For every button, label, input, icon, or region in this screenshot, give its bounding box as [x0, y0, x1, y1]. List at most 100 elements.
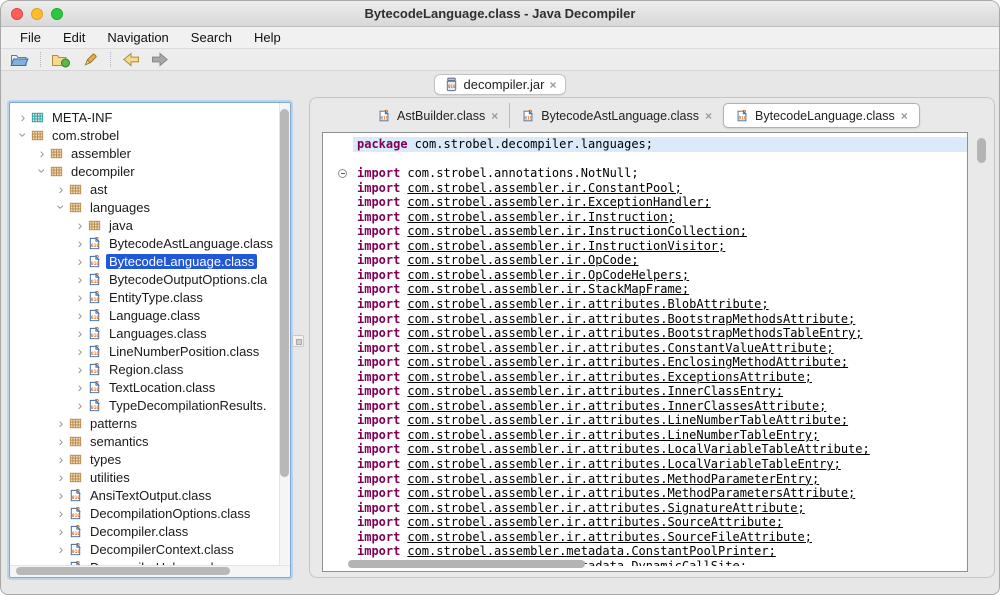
tree-item[interactable]: 010 EntityType.class	[10, 288, 290, 306]
code-link[interactable]: com.strobel.assembler.ir.attributes.Sour…	[407, 530, 812, 544]
code-link[interactable]: com.strobel.assembler.ir.InstructionVisi…	[407, 239, 725, 253]
chevron-icon[interactable]	[54, 416, 68, 430]
tree-item[interactable]: 010 Languages.class	[10, 324, 290, 342]
chevron-icon[interactable]	[73, 308, 87, 322]
code-link[interactable]: com.strobel.assembler.ir.OpCodeHelpers;	[407, 268, 689, 282]
tree-item[interactable]: decompiler	[10, 162, 290, 180]
chevron-icon[interactable]	[73, 272, 87, 286]
code-link[interactable]: com.strobel.assembler.ir.attributes.Line…	[407, 428, 819, 442]
tree-item[interactable]: 010 BytecodeOutputOptions.cla	[10, 270, 290, 288]
code-link[interactable]: com.strobel.assembler.ir.attributes.Loca…	[407, 457, 840, 471]
chevron-icon[interactable]	[54, 542, 68, 556]
code-link[interactable]: com.strobel.assembler.ir.Instruction;	[407, 210, 674, 224]
minimize-window-button[interactable]	[31, 8, 43, 20]
code-link[interactable]: com.strobel.assembler.ir.attributes.Cons…	[407, 341, 833, 355]
code-link[interactable]: com.strobel.assembler.ir.attributes.Meth…	[407, 486, 855, 500]
tree-item[interactable]: META-INF	[10, 108, 290, 126]
menu-item[interactable]: Navigation	[96, 27, 179, 49]
code-link[interactable]: com.strobel.assembler.ir.ConstantPool;	[407, 181, 682, 195]
chevron-icon[interactable]	[35, 164, 49, 178]
menu-item[interactable]: File	[9, 27, 52, 49]
tree-horizontal-scrollbar[interactable]	[10, 565, 290, 577]
tree-item[interactable]: com.strobel	[10, 126, 290, 144]
chevron-icon[interactable]	[35, 146, 49, 160]
chevron-icon[interactable]	[54, 200, 68, 214]
chevron-icon[interactable]	[54, 182, 68, 196]
code-link[interactable]: com.strobel.assembler.ir.attributes.Sour…	[407, 515, 783, 529]
editor-tab[interactable]: 010 BytecodeAstLanguage.class ×	[509, 103, 723, 128]
code-link[interactable]: com.strobel.assembler.ir.attributes.Inne…	[407, 384, 783, 398]
tree-item[interactable]: semantics	[10, 432, 290, 450]
close-window-button[interactable]	[11, 8, 23, 20]
chevron-icon[interactable]	[73, 254, 87, 268]
jar-tab[interactable]: 010 decompiler.jar ×	[434, 74, 567, 95]
editor-tab-close-icon[interactable]: ×	[491, 110, 498, 122]
code-editor[interactable]: packagecom.strobel.decompiler.languages;…	[322, 132, 968, 572]
code-link[interactable]: com.strobel.assembler.metadata.ConstantP…	[407, 544, 775, 558]
tree-horizontal-scroll-thumb[interactable]	[16, 567, 230, 575]
code-link[interactable]: com.strobel.assembler.ir.attributes.Boot…	[407, 312, 855, 326]
tree-item[interactable]: 010 TextLocation.class	[10, 378, 290, 396]
tree-item[interactable]: assembler	[10, 144, 290, 162]
editor-tab-close-icon[interactable]: ×	[901, 110, 908, 122]
tree-item[interactable]: 010 LineNumberPosition.class	[10, 342, 290, 360]
tree-item[interactable]: 010 BytecodeAstLanguage.class	[10, 234, 290, 252]
tree-item[interactable]: languages	[10, 198, 290, 216]
decompile-button[interactable]	[79, 51, 101, 69]
splitter-handle[interactable]	[292, 335, 304, 347]
tree-item[interactable]: 010 AnsiTextOutput.class	[10, 486, 290, 504]
chevron-icon[interactable]	[73, 236, 87, 250]
zoom-window-button[interactable]	[51, 8, 63, 20]
tree-vertical-scrollbar[interactable]	[279, 103, 290, 577]
tree-item[interactable]: 010 Region.class	[10, 360, 290, 378]
code-link[interactable]: com.strobel.assembler.ir.attributes.Encl…	[407, 355, 848, 369]
editor-tab[interactable]: 010 BytecodeLanguage.class ×	[723, 103, 920, 128]
chevron-icon[interactable]	[54, 452, 68, 466]
code-link[interactable]: com.strobel.assembler.ir.ExceptionHandle…	[407, 195, 710, 209]
chevron-icon[interactable]	[73, 290, 87, 304]
tree-item[interactable]: java	[10, 216, 290, 234]
tree-item[interactable]: 010 Language.class	[10, 306, 290, 324]
chevron-icon[interactable]	[54, 470, 68, 484]
code-link[interactable]: com.strobel.assembler.ir.attributes.Inne…	[407, 399, 826, 413]
code-link[interactable]: com.strobel.assembler.ir.OpCode;	[407, 253, 638, 267]
tree-item[interactable]: ast	[10, 180, 290, 198]
code-link[interactable]: com.strobel.assembler.ir.StackMapFrame;	[407, 282, 689, 296]
code-link[interactable]: com.strobel.assembler.ir.InstructionColl…	[407, 224, 747, 238]
menu-item[interactable]: Edit	[52, 27, 96, 49]
code-link[interactable]: com.strobel.assembler.ir.attributes.Line…	[407, 413, 848, 427]
tree-item[interactable]: 010 DecompilationOptions.class	[10, 504, 290, 522]
chevron-icon[interactable]	[73, 380, 87, 394]
navigate-back-button[interactable]	[120, 51, 142, 69]
open-jar-button[interactable]	[50, 51, 72, 69]
editor-tab-close-icon[interactable]: ×	[705, 110, 712, 122]
tree-item[interactable]: 010 DecompilerContext.class	[10, 540, 290, 558]
menu-item[interactable]: Help	[243, 27, 292, 49]
code-link[interactable]: com.strobel.assembler.ir.attributes.Blob…	[407, 297, 768, 311]
chevron-icon[interactable]	[16, 128, 30, 142]
tree-item[interactable]: patterns	[10, 414, 290, 432]
chevron-icon[interactable]	[16, 110, 30, 124]
code-link[interactable]: com.strobel.assembler.ir.attributes.Sign…	[407, 501, 804, 515]
jar-tab-close-icon[interactable]: ×	[549, 79, 556, 91]
chevron-icon[interactable]	[73, 326, 87, 340]
chevron-icon[interactable]	[54, 506, 68, 520]
chevron-icon[interactable]	[73, 362, 87, 376]
editor-horizontal-scroll-thumb[interactable]	[348, 560, 585, 568]
code-link[interactable]: com.strobel.assembler.ir.attributes.Exce…	[407, 370, 812, 384]
chevron-icon[interactable]	[73, 344, 87, 358]
editor-vertical-scroll-thumb[interactable]	[977, 138, 986, 163]
tree-item[interactable]: 010 BytecodeLanguage.class	[10, 252, 290, 270]
chevron-icon[interactable]	[54, 524, 68, 538]
chevron-icon[interactable]	[73, 218, 87, 232]
navigate-forward-button[interactable]	[149, 51, 171, 69]
chevron-icon[interactable]	[54, 488, 68, 502]
tree-item[interactable]: 010 TypeDecompilationResults.	[10, 396, 290, 414]
tree-item[interactable]: utilities	[10, 468, 290, 486]
code-link[interactable]: com.strobel.assembler.ir.attributes.Loca…	[407, 442, 869, 456]
menu-item[interactable]: Search	[180, 27, 243, 49]
code-link[interactable]: com.strobel.assembler.ir.attributes.Boot…	[407, 326, 862, 340]
fold-collapse-icon[interactable]	[338, 169, 347, 178]
tree-item[interactable]: 010 Decompiler.class	[10, 522, 290, 540]
tree-item[interactable]: types	[10, 450, 290, 468]
